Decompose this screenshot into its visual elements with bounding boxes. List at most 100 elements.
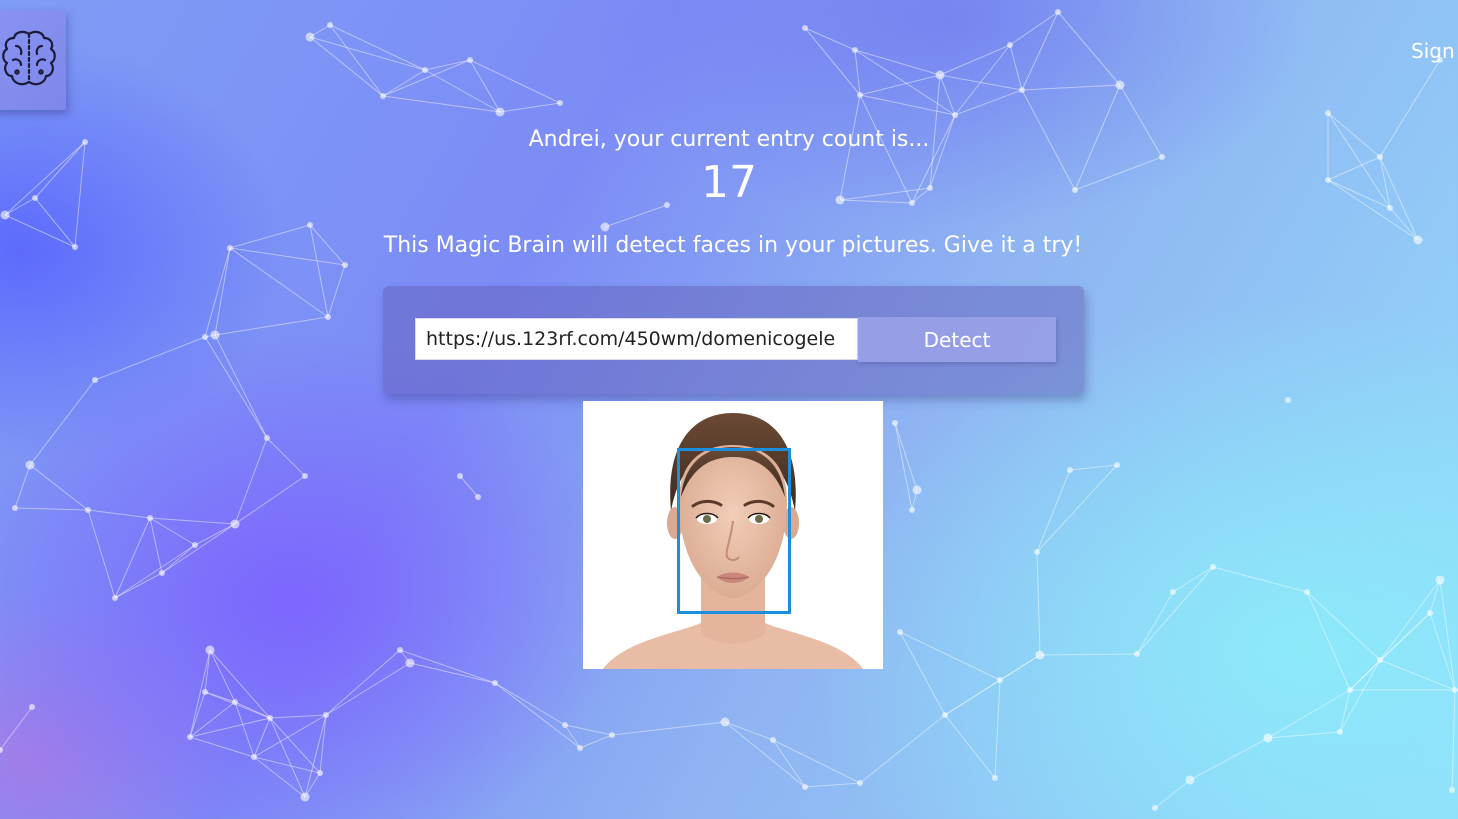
brain-icon: [2, 30, 56, 86]
particle-dot: [1377, 657, 1383, 663]
logo-tile[interactable]: [0, 10, 66, 110]
particle-link: [149, 517, 163, 574]
particle-link: [944, 654, 1041, 716]
particle-dot: [327, 22, 333, 28]
particle-dot: [251, 754, 257, 760]
particle-dot: [192, 542, 198, 548]
particle-link: [854, 49, 861, 96]
particle-dot: [1055, 9, 1061, 15]
particle-dot: [12, 505, 18, 511]
particle-link: [329, 24, 384, 97]
tagline: This Magic Brain will detect faces in yo…: [383, 233, 1083, 258]
particle-dot: [397, 647, 403, 653]
particle-link: [859, 714, 946, 784]
particle-dot: [307, 222, 313, 228]
particle-link: [149, 517, 196, 546]
particle-link: [304, 714, 327, 798]
particle-dot: [1304, 589, 1310, 595]
particle-dot: [1067, 467, 1073, 473]
particle-dot: [92, 377, 98, 383]
particle-dot: [0, 747, 3, 753]
particle-dot: [852, 47, 858, 53]
particle-link: [214, 334, 268, 439]
particle-dot: [230, 519, 240, 529]
particle-dot: [997, 677, 1003, 683]
particle-link: [1036, 464, 1118, 553]
particle-link: [209, 649, 236, 703]
particle-link: [234, 475, 306, 525]
particle-link: [1306, 591, 1351, 691]
particle-link: [1429, 612, 1456, 691]
entry-count-value: 17: [701, 157, 757, 208]
particle-dot: [1152, 805, 1158, 811]
particle-link: [724, 721, 806, 788]
particle-link: [854, 49, 956, 116]
particle-link: [939, 74, 956, 116]
particle-link: [161, 544, 196, 574]
particle-dot: [475, 494, 481, 500]
particle-dot: [202, 689, 208, 695]
particle-link: [859, 94, 956, 116]
particle-link: [772, 739, 806, 788]
particle-link: [319, 714, 327, 774]
particle-dot: [1134, 651, 1140, 657]
particle-link: [1021, 11, 1059, 91]
signout-link[interactable]: Sign: [1411, 39, 1455, 63]
particle-dot: [264, 435, 270, 441]
particle-dot: [380, 93, 386, 99]
particle-link: [994, 679, 1001, 779]
particle-link: [214, 247, 231, 336]
particle-link: [382, 59, 471, 97]
particle-dot: [1034, 549, 1040, 555]
particle-dot: [0, 210, 10, 220]
particle-link: [234, 437, 268, 525]
particle-link: [87, 509, 151, 519]
face-bounding-box: [677, 448, 791, 614]
image-url-input[interactable]: [415, 318, 858, 360]
particle-dot: [562, 722, 568, 728]
particle-dot: [720, 717, 730, 727]
particle-link: [1057, 11, 1121, 86]
particle-link: [325, 649, 401, 716]
particle-dot: [317, 770, 323, 776]
particle-dot: [1185, 775, 1195, 785]
particle-dot: [802, 784, 808, 790]
particle-link: [329, 24, 426, 71]
particle-link: [1379, 659, 1456, 691]
particle-link: [564, 724, 581, 749]
particle-dot: [1449, 787, 1455, 793]
particle-link: [1439, 579, 1456, 691]
particle-dot: [1452, 687, 1458, 693]
particle-link: [1429, 579, 1441, 614]
detect-button[interactable]: Detect: [858, 317, 1056, 362]
particle-link: [29, 464, 89, 511]
particle-link: [611, 721, 726, 736]
particle-link: [469, 59, 561, 104]
particle-dot: [1427, 610, 1433, 616]
particle-dot: [187, 734, 193, 740]
particle-dot: [992, 775, 998, 781]
particle-dot: [802, 25, 808, 31]
particle-dot: [557, 100, 563, 106]
particle-link: [564, 724, 613, 736]
particle-link: [194, 523, 236, 546]
particle-link: [114, 572, 163, 599]
particle-link: [204, 247, 231, 338]
particle-link: [234, 701, 271, 719]
particle-dot: [892, 420, 898, 426]
particle-dot: [1035, 650, 1045, 660]
particle-dot: [1170, 589, 1176, 595]
particle-link: [309, 36, 426, 71]
particle-dot: [912, 485, 922, 495]
particle-link: [1172, 566, 1214, 593]
face-image: [583, 401, 883, 669]
particle-link: [325, 662, 411, 716]
particle-link: [309, 36, 384, 97]
particle-link: [29, 379, 96, 466]
particle-link: [1189, 737, 1269, 781]
particle-link: [424, 69, 501, 113]
particle-dot: [323, 712, 329, 718]
particle-link: [189, 736, 255, 758]
particle-link: [382, 69, 426, 97]
particle-link: [1154, 779, 1191, 809]
